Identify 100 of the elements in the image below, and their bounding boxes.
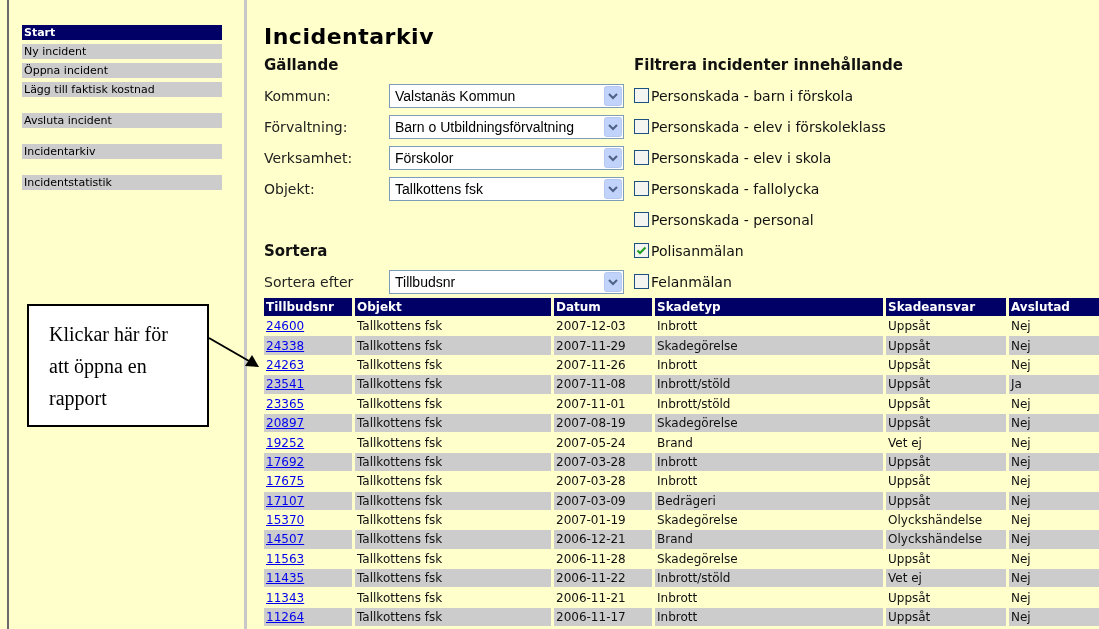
column-header: Objekt bbox=[355, 298, 551, 316]
table-cell-text: Inbrott bbox=[656, 473, 699, 491]
table-cell: Inbrott bbox=[655, 452, 883, 472]
table-cell: 2007-11-08 bbox=[554, 375, 652, 394]
checkbox[interactable] bbox=[634, 212, 649, 227]
field-label: Verksamhet: bbox=[264, 149, 354, 166]
filter-checkbox[interactable]: Felanmälan bbox=[634, 273, 732, 290]
table-cell-text: Olyckshändelse bbox=[887, 512, 984, 530]
table-cell-text: Nej bbox=[1010, 318, 1032, 336]
table-cell: 2006-11-22 bbox=[554, 569, 652, 588]
table-cell-text: Nej bbox=[1010, 395, 1032, 413]
table-cell-text: Nej bbox=[1010, 473, 1032, 491]
table-cell-text: 2006-11-21 bbox=[555, 589, 627, 607]
table-cell: Tallkottens fsk bbox=[355, 607, 551, 627]
table-cell: Brand bbox=[655, 530, 883, 549]
table-cell: Uppsåt bbox=[886, 491, 1006, 510]
table-cell-text: Inbrott bbox=[656, 589, 699, 607]
table-cell-text: Uppsåt bbox=[887, 589, 932, 607]
table-cell-text: Skadegörelse bbox=[656, 512, 739, 530]
table-cell: Olyckshändelse bbox=[886, 530, 1006, 549]
report-link[interactable]: 17692 bbox=[266, 454, 305, 469]
page-title: Incidentarkiv bbox=[264, 24, 435, 51]
dropdown-field[interactable]: Tillbudsnr bbox=[389, 269, 624, 294]
menu-item[interactable]: Incidentarkiv bbox=[22, 144, 222, 159]
dropdown-field[interactable]: Förskolor bbox=[389, 145, 624, 170]
table-cell: 2006-12-21 bbox=[554, 530, 652, 549]
filter-checkbox[interactable]: Personskada - personal bbox=[634, 211, 814, 228]
table-cell: 2007-08-19 bbox=[554, 413, 652, 433]
filter-checkbox[interactable]: Polisanmälan bbox=[634, 242, 744, 259]
report-link[interactable]: 11435 bbox=[266, 571, 305, 586]
table-cell-text: 2007-01-19 bbox=[555, 512, 627, 530]
section-heading: Filtrera incidenter innehållande bbox=[634, 56, 903, 76]
table-cell: Nej bbox=[1009, 336, 1099, 355]
report-link[interactable]: 23541 bbox=[266, 377, 305, 392]
table-cell: Nej bbox=[1009, 413, 1099, 433]
table-cell: Inbrott/stöld bbox=[655, 375, 883, 394]
table-cell: 2007-03-28 bbox=[554, 452, 652, 472]
dropdown-field[interactable]: Tallkottens fsk bbox=[389, 176, 624, 201]
checkbox[interactable] bbox=[634, 150, 649, 165]
report-link[interactable]: 11264 bbox=[266, 610, 305, 625]
filter-checkbox[interactable]: Personskada - fallolycka bbox=[634, 180, 820, 197]
report-link[interactable]: 24338 bbox=[266, 338, 305, 353]
table-cell: Nej bbox=[1009, 569, 1099, 588]
pointer-arrow bbox=[207, 336, 261, 370]
checkbox[interactable] bbox=[634, 119, 649, 134]
table-cell: Skadegörelse bbox=[655, 336, 883, 355]
table-cell: Uppsåt bbox=[886, 413, 1006, 433]
dropdown-field[interactable]: Barn o Utbildningsförvaltning bbox=[389, 114, 624, 139]
section-heading: Sortera bbox=[264, 240, 329, 262]
report-link[interactable]: 17675 bbox=[266, 474, 305, 489]
report-link[interactable]: 14507 bbox=[266, 532, 305, 547]
table-cell-text: Tallkottens fsk bbox=[356, 550, 444, 568]
menu-item[interactable]: Öppna incident bbox=[22, 63, 222, 78]
menu-item[interactable]: Incidentstatistik bbox=[22, 175, 222, 190]
filter-checkbox[interactable]: Personskada - elev i förskoleklass bbox=[634, 118, 886, 135]
checkbox[interactable] bbox=[634, 88, 649, 103]
checkbox[interactable] bbox=[634, 243, 649, 258]
table-cell-text: Tallkottens fsk bbox=[356, 473, 444, 491]
table-cell-text: Uppsåt bbox=[887, 395, 932, 413]
report-link[interactable]: 24263 bbox=[266, 357, 305, 372]
table-cell: Tallkottens fsk bbox=[355, 452, 551, 472]
table-cell-text: Tallkottens fsk bbox=[356, 589, 444, 607]
report-link[interactable]: 11343 bbox=[266, 590, 305, 605]
table-cell: Tallkottens fsk bbox=[355, 375, 551, 394]
table-cell-text: Nej bbox=[1010, 512, 1032, 530]
table-cell-text: Uppsåt bbox=[887, 473, 932, 491]
checkbox[interactable] bbox=[634, 181, 649, 196]
report-link[interactable]: 17107 bbox=[266, 493, 305, 508]
field-label: Sortera efter bbox=[264, 273, 355, 290]
checkbox[interactable] bbox=[634, 274, 649, 289]
report-link[interactable]: 15370 bbox=[266, 513, 305, 528]
table-cell-text: Tallkottens fsk bbox=[356, 434, 444, 452]
table-cell: Nej bbox=[1009, 607, 1099, 627]
table-cell-text: 2007-05-24 bbox=[555, 434, 627, 452]
column-header: Skadeansvar bbox=[886, 298, 1006, 316]
report-link[interactable]: 24600 bbox=[266, 319, 305, 334]
menu-item[interactable]: Lägg till faktisk kostnad bbox=[22, 82, 222, 97]
report-link[interactable]: 19252 bbox=[266, 435, 305, 450]
dropdown-field[interactable]: Valstanäs Kommun bbox=[389, 83, 624, 108]
menu-item[interactable]: Avsluta incident bbox=[22, 113, 222, 128]
report-link[interactable]: 11563 bbox=[266, 551, 305, 566]
column-header: Tillbudsnr bbox=[264, 298, 352, 316]
table-cell: Vet ej bbox=[886, 569, 1006, 588]
field-label: Kommun: bbox=[264, 87, 332, 104]
report-link[interactable]: 23365 bbox=[266, 396, 305, 411]
table-cell: Skadegörelse bbox=[655, 413, 883, 433]
table-cell: Tallkottens fsk bbox=[355, 530, 551, 549]
table-cell-text: Uppsåt bbox=[887, 318, 932, 336]
table-cell-text: Inbrott/stöld bbox=[656, 395, 732, 413]
table-cell: 2006-11-17 bbox=[554, 607, 652, 627]
filter-checkbox[interactable]: Personskada - barn i förskola bbox=[634, 87, 854, 104]
menu-item[interactable]: Ny incident bbox=[22, 44, 222, 59]
table-cell-text: Vet ej bbox=[887, 434, 923, 452]
table-cell-text: 2006-11-28 bbox=[555, 550, 627, 568]
table-cell: Ja bbox=[1009, 375, 1099, 394]
table-cell: Inbrott/stöld bbox=[655, 569, 883, 588]
table-cell-text: Nej bbox=[1010, 550, 1032, 568]
menu-item[interactable]: Start bbox=[22, 25, 222, 40]
filter-checkbox[interactable]: Personskada - elev i skola bbox=[634, 149, 832, 166]
report-link[interactable]: 20897 bbox=[266, 416, 305, 431]
